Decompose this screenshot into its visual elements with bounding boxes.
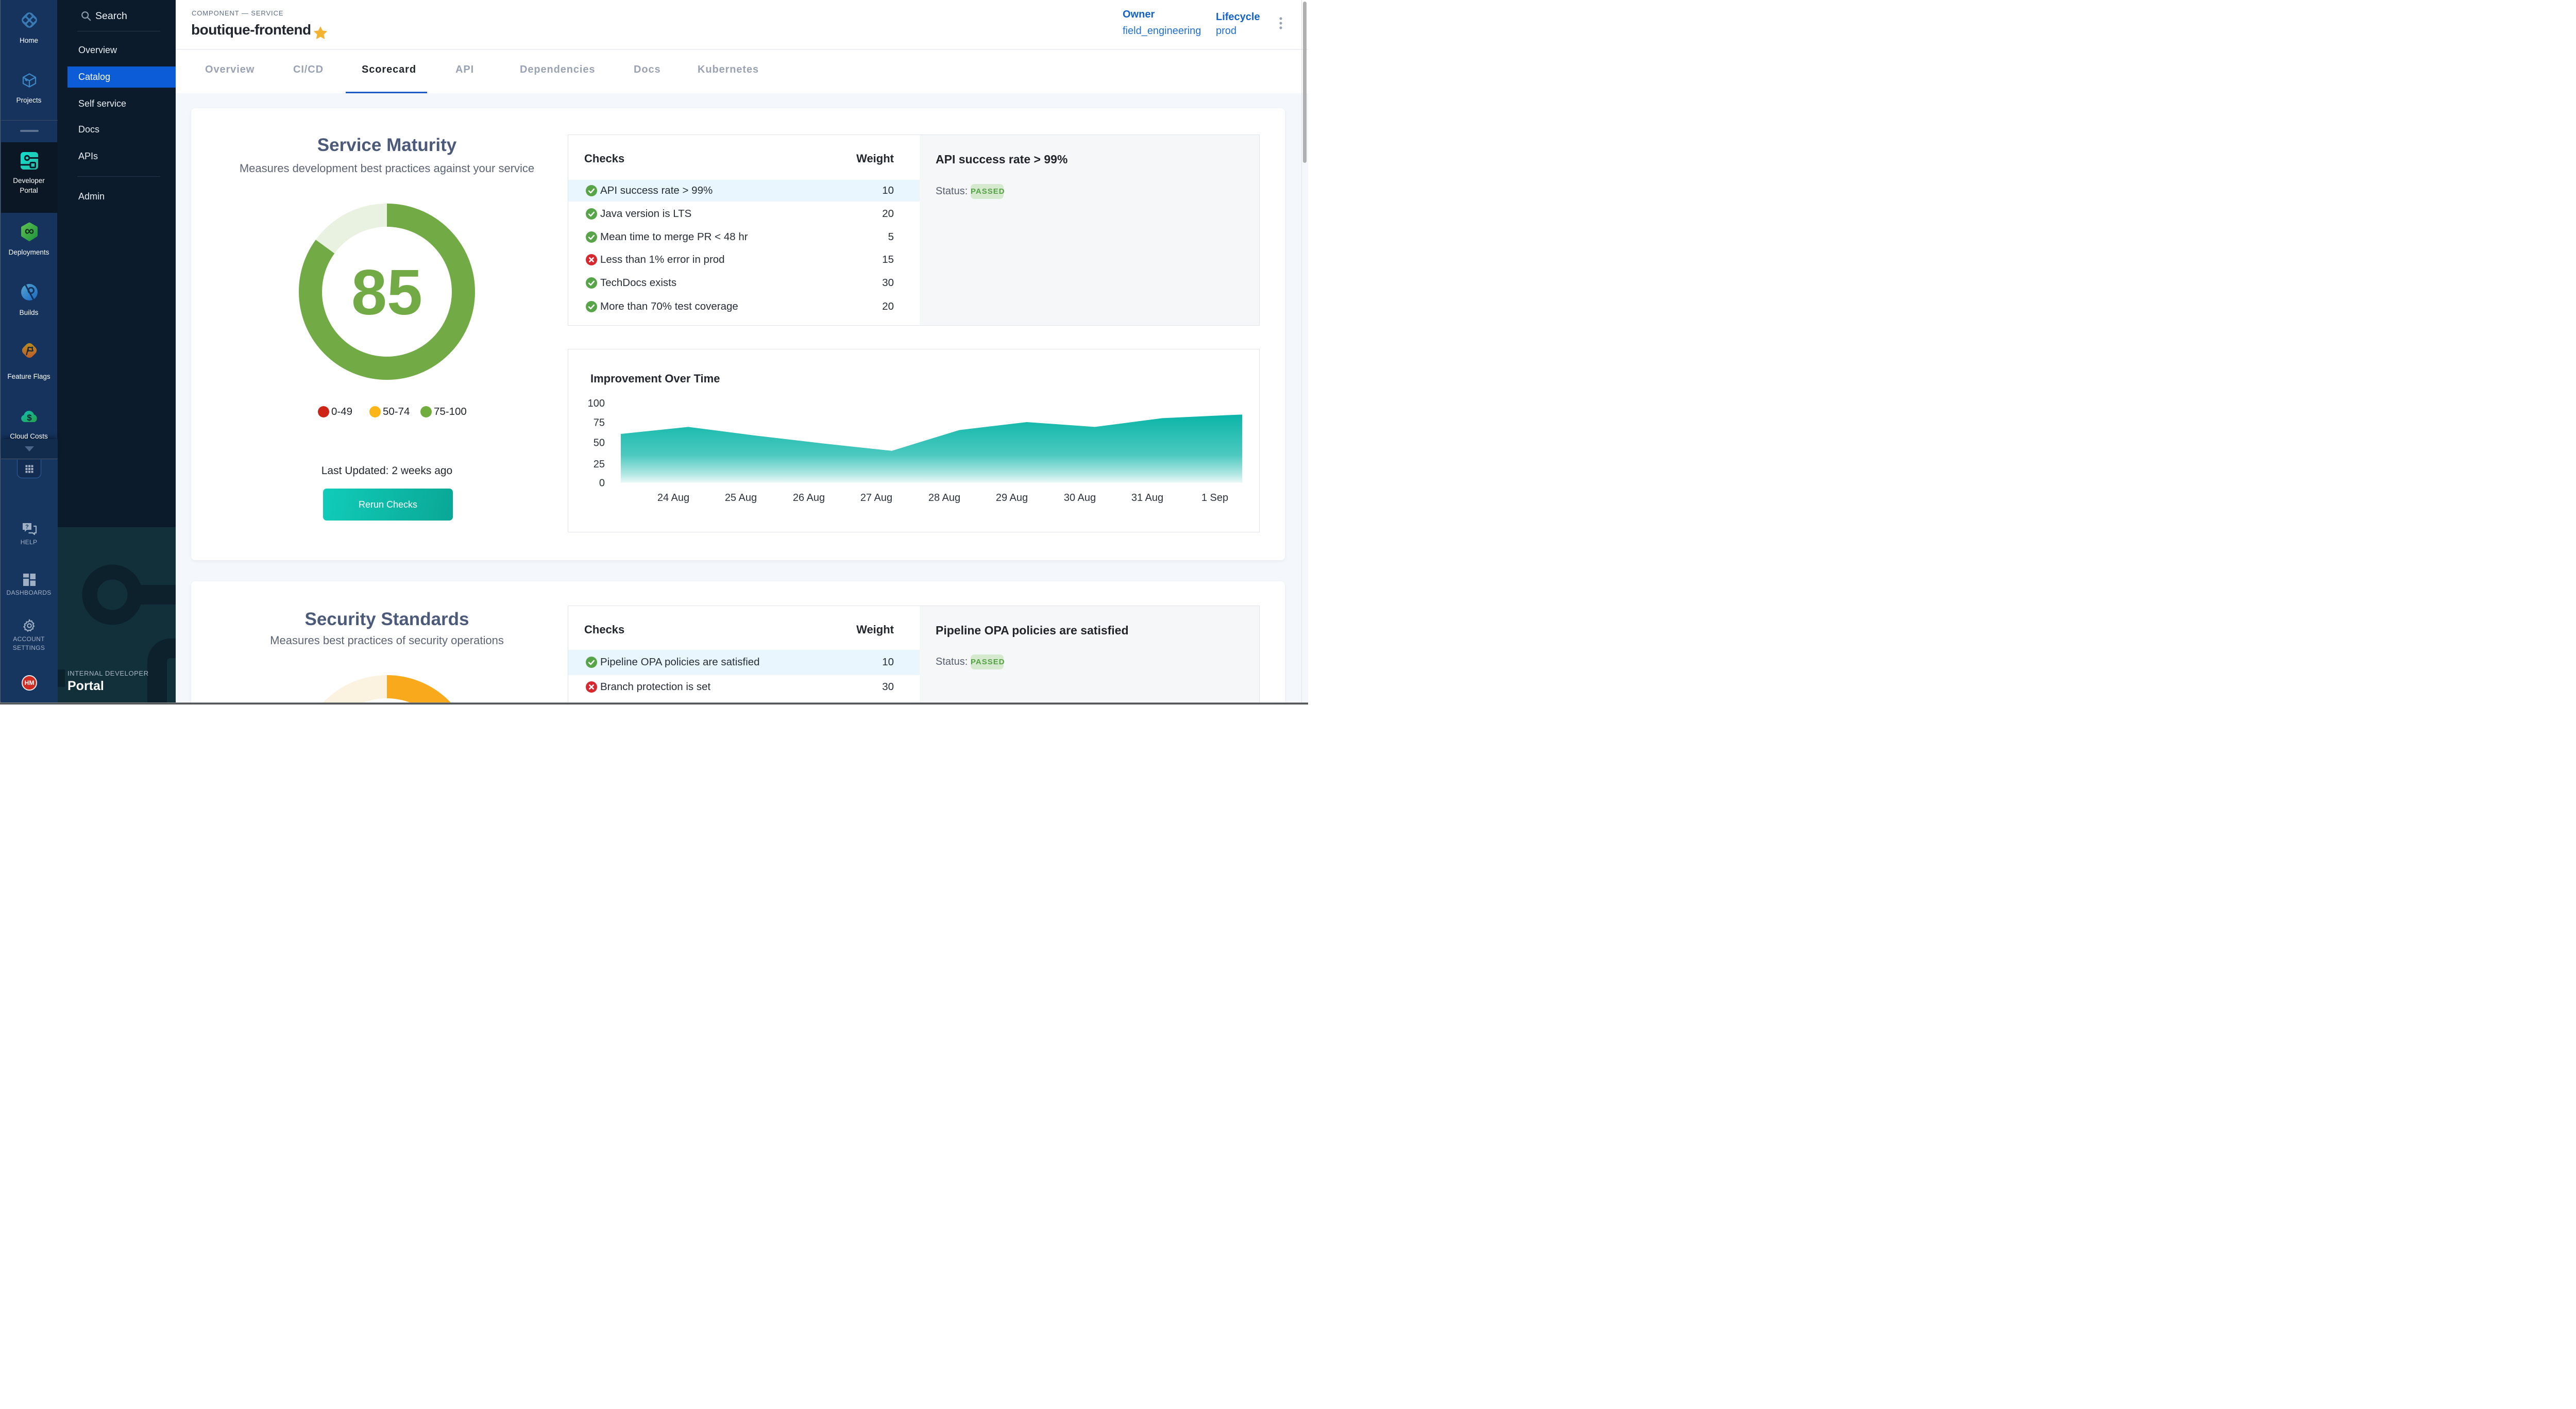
svg-text:26 Aug: 26 Aug [793,492,825,504]
svg-text:31 Aug: 31 Aug [1131,492,1163,504]
svg-text:25: 25 [594,459,605,470]
svg-text:24 Aug: 24 Aug [657,492,689,504]
svg-text:75: 75 [594,417,605,428]
svg-text:27 Aug: 27 Aug [860,492,892,504]
svg-text:85: 85 [351,257,422,328]
svg-text:50: 50 [594,438,605,449]
svg-text:?: ? [25,524,29,530]
svg-text:25 Aug: 25 Aug [725,492,757,504]
svg-text:∞: ∞ [25,223,35,239]
svg-text:0: 0 [599,478,605,489]
svg-text:$: $ [27,413,32,423]
svg-text:29 Aug: 29 Aug [996,492,1028,504]
svg-text:30 Aug: 30 Aug [1064,492,1096,504]
svg-text:1 Sep: 1 Sep [1201,492,1228,504]
svg-text:28 Aug: 28 Aug [928,492,960,504]
svg-text:100: 100 [588,398,605,409]
